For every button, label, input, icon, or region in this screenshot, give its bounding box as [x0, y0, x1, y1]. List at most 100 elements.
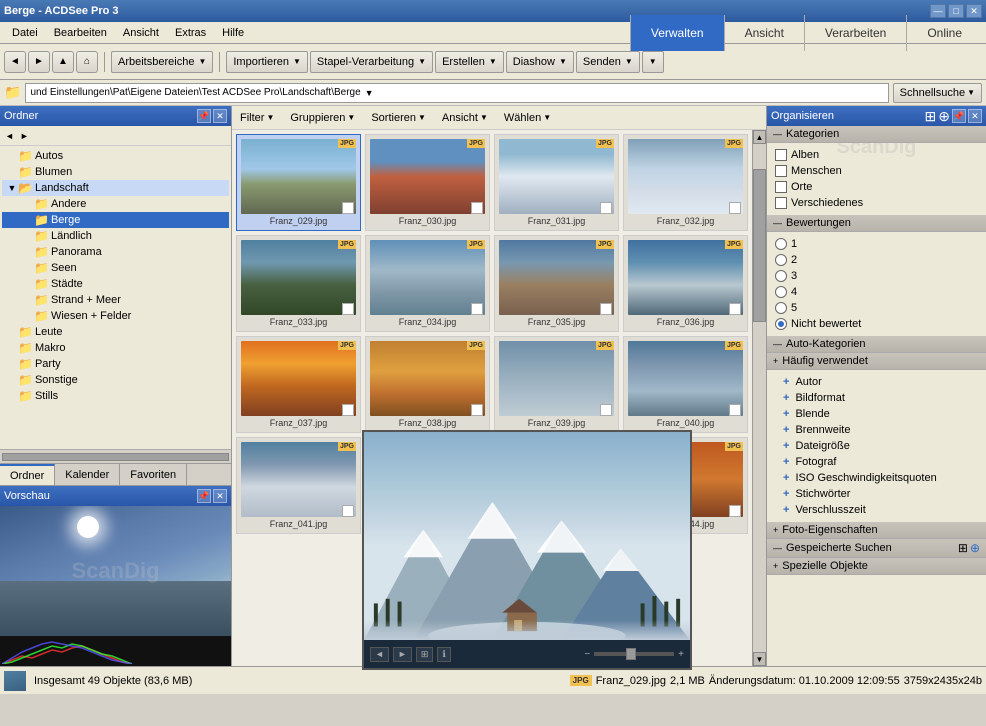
- diashow-dropdown[interactable]: Diashow ▼: [506, 51, 574, 73]
- up-button[interactable]: ▲: [52, 51, 74, 73]
- foto-section-header[interactable]: + Foto-Eigenschaften: [767, 522, 986, 539]
- overlay-info-btn[interactable]: ℹ: [437, 647, 450, 662]
- speziell-section-header[interactable]: + Spezielle Objekte: [767, 558, 986, 575]
- thumb-franz-041[interactable]: JPG Franz_041.jpg: [236, 437, 361, 534]
- haufig-section-header[interactable]: + Häufig verwendet: [767, 353, 986, 370]
- folder-tree[interactable]: 📁 Autos 📁 Blumen ▼ 📂 Landschaft 📁 Andere: [0, 146, 231, 449]
- haufig-iso[interactable]: + ISO Geschwindigkeitsquoten: [783, 470, 978, 486]
- wahlen-btn[interactable]: Wählen ▼: [500, 111, 555, 125]
- back-button[interactable]: ◄: [4, 51, 26, 73]
- pin-button[interactable]: 📌: [197, 109, 211, 123]
- radio-nicht[interactable]: [775, 318, 787, 330]
- checkbox[interactable]: [342, 303, 354, 315]
- haufig-verschluss[interactable]: + Verschlusszeit: [783, 502, 978, 518]
- quicksearch-btn[interactable]: Schnellsuche ▼: [893, 83, 982, 103]
- thumb-franz-037[interactable]: JPG Franz_037.jpg: [236, 336, 361, 433]
- panel-close-button[interactable]: ✕: [213, 109, 227, 123]
- erstellen-dropdown[interactable]: Erstellen ▼: [435, 51, 504, 73]
- haufig-bildformat[interactable]: + Bildformat: [783, 390, 978, 406]
- thumb-franz-032[interactable]: JPG Franz_032.jpg: [623, 134, 748, 231]
- thumb-franz-036[interactable]: JPG Franz_036.jpg: [623, 235, 748, 332]
- org-item-alben[interactable]: Alben: [775, 147, 978, 163]
- radio-3[interactable]: [775, 270, 787, 282]
- checkbox[interactable]: [729, 404, 741, 416]
- checkbox[interactable]: [471, 404, 483, 416]
- overlay-next-btn[interactable]: ►: [393, 647, 412, 662]
- checkbox[interactable]: [600, 202, 612, 214]
- checkbox[interactable]: [342, 202, 354, 214]
- bewertung-nicht[interactable]: Nicht bewertet: [775, 316, 978, 332]
- menu-hilfe[interactable]: Hilfe: [214, 25, 252, 41]
- checkbox[interactable]: [600, 303, 612, 315]
- bewertung-1[interactable]: 1: [775, 236, 978, 252]
- menu-datei[interactable]: Datei: [4, 25, 46, 41]
- home-button[interactable]: ⌂: [76, 51, 98, 73]
- checkbox[interactable]: [471, 303, 483, 315]
- tab-favoriten[interactable]: Favoriten: [120, 464, 187, 485]
- tree-item-autos[interactable]: 📁 Autos: [2, 148, 229, 164]
- scroll-thumb[interactable]: [2, 453, 229, 461]
- more-dropdown[interactable]: ▼: [642, 51, 664, 73]
- radio-4[interactable]: [775, 286, 787, 298]
- checkbox[interactable]: [729, 202, 741, 214]
- haufig-autor[interactable]: + Autor: [783, 374, 978, 390]
- tree-item-panorama[interactable]: 📁 Panorama: [2, 244, 229, 260]
- tree-item-andere[interactable]: 📁 Andere: [2, 196, 229, 212]
- tree-item-stadte[interactable]: 📁 Städte: [2, 276, 229, 292]
- preview-pin-btn[interactable]: 📌: [197, 489, 211, 503]
- gespeichert-section-header[interactable]: — Gespeicherte Suchen ⊞ ⊕: [767, 539, 986, 558]
- zoom-minus-icon[interactable]: −: [584, 649, 590, 660]
- bewertung-5[interactable]: 5: [775, 300, 978, 316]
- thumb-franz-039[interactable]: JPG Franz_039.jpg: [494, 336, 619, 433]
- org-item-verschiedenes[interactable]: Verschiedenes: [775, 195, 978, 211]
- tree-item-wiesen[interactable]: 📁 Wiesen + Felder: [2, 308, 229, 324]
- scroll-up-btn[interactable]: ▲: [753, 130, 766, 144]
- checkbox-orte[interactable]: [775, 181, 787, 193]
- haufig-blende[interactable]: + Blende: [783, 406, 978, 422]
- tree-item-berge[interactable]: 📁 Berge: [2, 212, 229, 228]
- bewertung-4[interactable]: 4: [775, 284, 978, 300]
- bewertung-3[interactable]: 3: [775, 268, 978, 284]
- checkbox-alben[interactable]: [775, 149, 787, 161]
- tree-item-blumen[interactable]: 📁 Blumen: [2, 164, 229, 180]
- preview-close-btn[interactable]: ✕: [213, 489, 227, 503]
- gespeichert-add-btn[interactable]: ⊕: [970, 541, 980, 555]
- org-close-btn[interactable]: ✕: [968, 109, 982, 123]
- checkbox[interactable]: [729, 303, 741, 315]
- tab-ordner[interactable]: Ordner: [0, 464, 55, 485]
- tab-ansicht[interactable]: Ansicht: [724, 15, 804, 51]
- arbeitsbereiche-dropdown[interactable]: Arbeitsbereiche ▼: [111, 51, 213, 73]
- tree-item-stills[interactable]: 📁 Stills: [2, 388, 229, 404]
- org-icons-btn[interactable]: ⊞: [925, 108, 937, 125]
- tree-item-landschaft[interactable]: ▼ 📂 Landschaft: [2, 180, 229, 196]
- menu-extras[interactable]: Extras: [167, 25, 214, 41]
- scroll-down-btn[interactable]: ▼: [753, 652, 766, 666]
- thumb-franz-030[interactable]: JPG Franz_030.jpg: [365, 134, 490, 231]
- stapel-dropdown[interactable]: Stapel-Verarbeitung ▼: [310, 51, 433, 73]
- tree-item-leute[interactable]: 📁 Leute: [2, 324, 229, 340]
- path-box[interactable]: und Einstellungen\Pat\Eigene Dateien\Tes…: [25, 83, 888, 103]
- tab-kalender[interactable]: Kalender: [55, 464, 120, 485]
- bewertungen-section-header[interactable]: — Bewertungen: [767, 215, 986, 232]
- checkbox[interactable]: [342, 404, 354, 416]
- tree-item-party[interactable]: 📁 Party: [2, 356, 229, 372]
- zoom-slider[interactable]: − +: [584, 649, 684, 660]
- zoom-track[interactable]: [594, 652, 674, 656]
- thumb-franz-031[interactable]: JPG Franz_031.jpg: [494, 134, 619, 231]
- filter-btn[interactable]: Filter ▼: [236, 111, 278, 125]
- path-dropdown-icon[interactable]: ▼: [365, 88, 374, 98]
- thumb-franz-033[interactable]: JPG Franz_033.jpg: [236, 235, 361, 332]
- bewertung-2[interactable]: 2: [775, 252, 978, 268]
- scroll-thumb[interactable]: [753, 169, 766, 321]
- radio-5[interactable]: [775, 302, 787, 314]
- tab-verwalten[interactable]: Verwalten: [630, 15, 724, 51]
- checkbox-menschen[interactable]: [775, 165, 787, 177]
- tree-item-makro[interactable]: 📁 Makro: [2, 340, 229, 356]
- checkbox[interactable]: [600, 404, 612, 416]
- thumb-franz-038[interactable]: JPG Franz_038.jpg: [365, 336, 490, 433]
- grid-scrollbar[interactable]: ▲ ▼: [752, 130, 766, 666]
- tab-verarbeiten[interactable]: Verarbeiten: [804, 15, 906, 51]
- checkbox[interactable]: [342, 505, 354, 517]
- menu-ansicht[interactable]: Ansicht: [115, 25, 167, 41]
- senden-dropdown[interactable]: Senden ▼: [576, 51, 640, 73]
